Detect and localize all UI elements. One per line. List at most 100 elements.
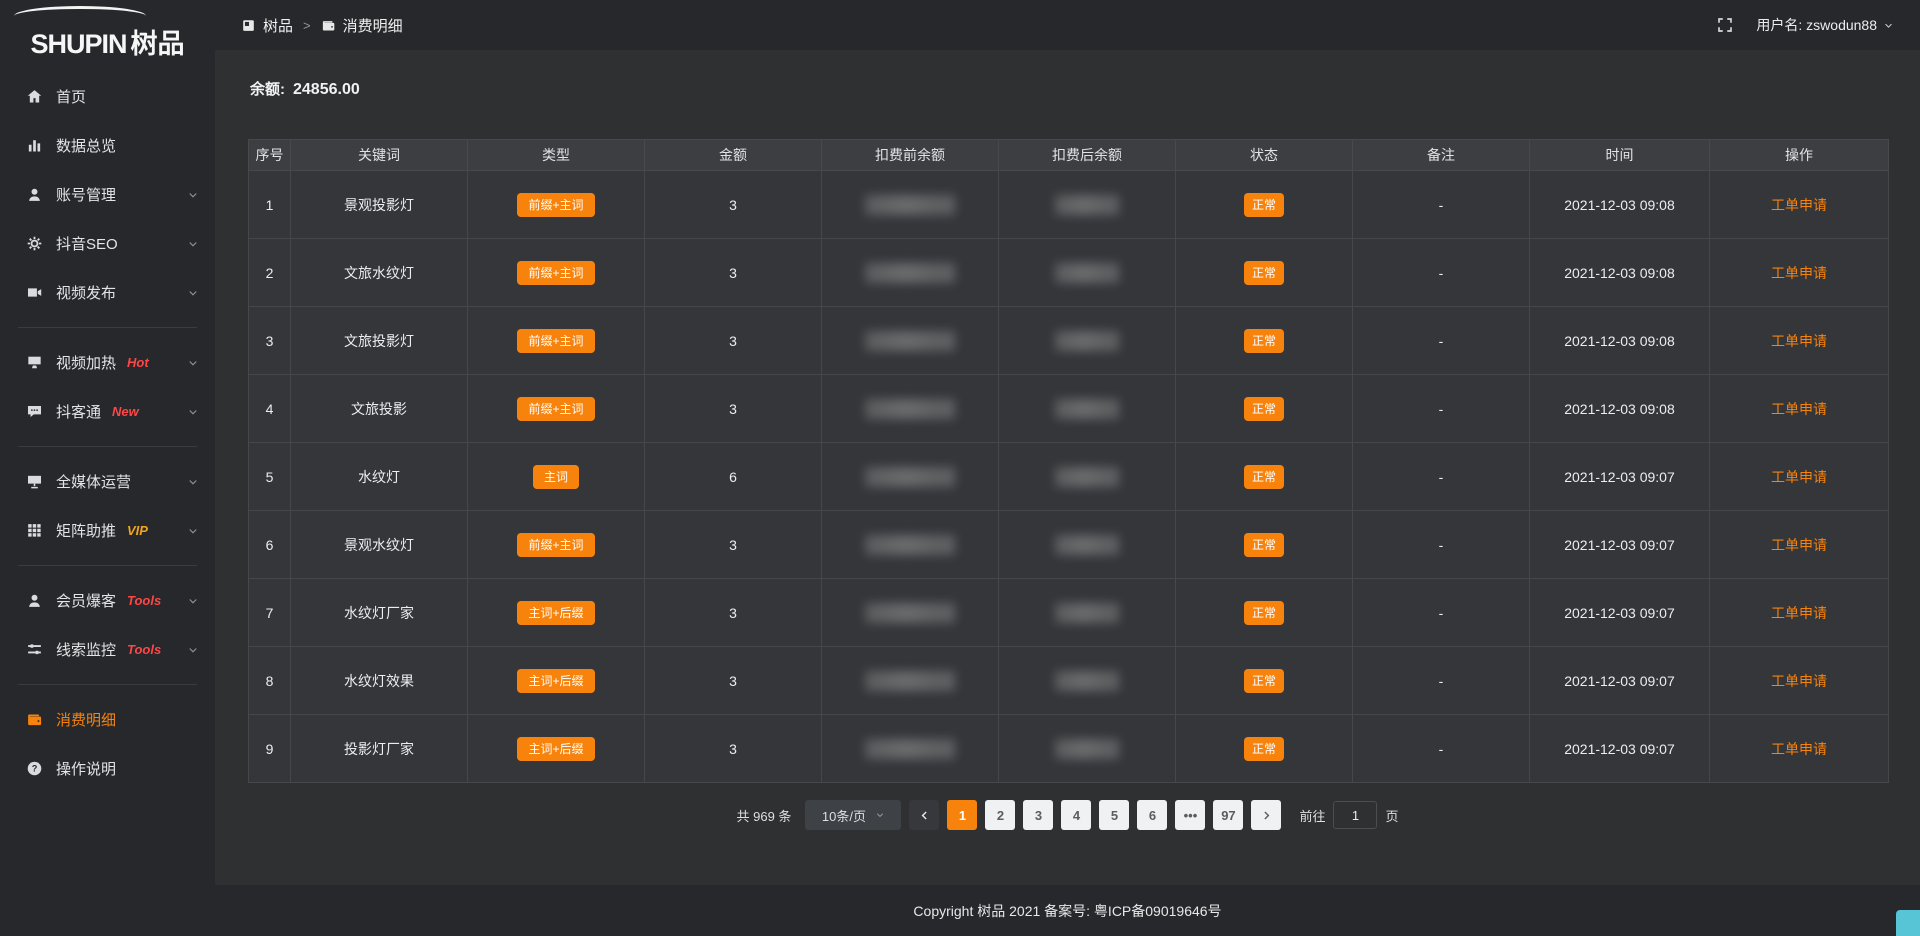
next-page-button[interactable] [1251,800,1281,830]
page-size-value: 10条/页 [822,806,866,825]
chat-icon [26,403,43,420]
masked-balance-after [1055,467,1119,487]
logo-text: SHUPIN树品 [30,31,184,58]
sidebar-divider [18,327,197,328]
cell-status: 正常 [1176,375,1353,443]
masked-balance-before [865,263,955,283]
masked-balance-before [865,739,955,759]
jump-label: 前往 [1299,806,1325,825]
col-header-balance-after: 扣费后余额 [999,140,1176,171]
table-row: 5水纹灯主词6正常-2021-12-03 09:07工单申请 [249,443,1889,511]
page-jump: 前往页 [1299,801,1398,829]
page-button-1[interactable]: 1 [947,800,977,830]
breadcrumb-item-shupin[interactable]: 树品 [241,15,293,36]
cell-status: 正常 [1176,579,1353,647]
status-badge: 正常 [1244,533,1284,557]
cell-amount: 3 [645,647,822,715]
sidebar-item-douketong[interactable]: 抖客通New [0,387,215,436]
sidebar-item-douyin-seo[interactable]: 抖音SEO [0,219,215,268]
breadcrumb-label: 消费明细 [343,15,403,36]
sidebar-item-label: 抖客通 [56,401,101,422]
logo-arc [14,6,146,26]
work-order-link[interactable]: 工单申请 [1771,469,1827,485]
status-badge: 正常 [1244,601,1284,625]
floating-widget[interactable] [1896,910,1920,936]
work-order-link[interactable]: 工单申请 [1771,265,1827,281]
breadcrumb-separator: > [303,18,311,33]
chevron-left-icon [918,809,931,822]
jump-page-input[interactable] [1333,801,1377,829]
cell-keyword: 水纹灯厂家 [291,579,468,647]
cell-remark: - [1353,647,1530,715]
sidebar-item-media-operation[interactable]: 全媒体运营 [0,457,215,506]
status-badge: 正常 [1244,193,1284,217]
sidebar-item-operation-guide[interactable]: ?操作说明 [0,744,215,793]
work-order-link[interactable]: 工单申请 [1771,401,1827,417]
cell-balance-before [822,307,999,375]
breadcrumb-item-consume-detail[interactable]: 消费明细 [321,15,403,36]
cell-amount: 3 [645,307,822,375]
masked-balance-before [865,467,955,487]
cell-type: 前缀+主词 [468,239,645,307]
work-order-link[interactable]: 工单申请 [1771,673,1827,689]
sidebar-item-account[interactable]: 账号管理 [0,170,215,219]
cell-keyword: 文旅水纹灯 [291,239,468,307]
page-button-4[interactable]: 4 [1061,800,1091,830]
topbar: 树品 > 消费明细 用户名: zswodun88 [215,0,1920,50]
sidebar-item-label: 视频发布 [56,282,116,303]
sidebar-item-member-burst[interactable]: 会员爆客 Tools [0,576,215,625]
logo-text-en: SHUPIN [30,29,126,59]
cell-keyword: 文旅投影 [291,375,468,443]
sidebar-divider [18,446,197,447]
chevron-down-icon [187,287,199,299]
type-badge: 主词 [533,465,579,489]
prev-page-button[interactable] [909,800,939,830]
chevron-down-icon [187,406,199,418]
cell-time: 2021-12-03 09:07 [1530,511,1710,579]
sidebar-item-home[interactable]: 首页 [0,72,215,121]
sidebar-item-video-publish[interactable]: 视频发布 [0,268,215,317]
more-pages-button[interactable]: ••• [1175,800,1205,830]
page-button-97[interactable]: 97 [1213,800,1243,830]
cell-index: 9 [249,715,291,783]
sidebar-item-video-heat[interactable]: 视频加热Hot [0,338,215,387]
cell-index: 3 [249,307,291,375]
sidebar-item-data-overview[interactable]: 数据总览 [0,121,215,170]
type-badge: 主词+后缀 [517,601,594,625]
sidebar-item-tag: Hot [127,355,149,370]
page-button-2[interactable]: 2 [985,800,1015,830]
sidebar-item-label: 消费明细 [56,709,116,730]
chevron-down-icon [187,525,199,537]
sidebar-divider [18,565,197,566]
table-row: 4文旅投影前缀+主词3正常-2021-12-03 09:08工单申请 [249,375,1889,443]
sliders-icon [26,641,43,658]
work-order-link[interactable]: 工单申请 [1771,605,1827,621]
table-row: 3文旅投影灯前缀+主词3正常-2021-12-03 09:08工单申请 [249,307,1889,375]
sidebar-item-tag: Tools [127,593,161,608]
work-order-link[interactable]: 工单申请 [1771,197,1827,213]
masked-balance-before [865,331,955,351]
work-order-link[interactable]: 工单申请 [1771,333,1827,349]
chevron-down-icon [187,357,199,369]
work-order-link[interactable]: 工单申请 [1771,537,1827,553]
table-row: 2文旅水纹灯前缀+主词3正常-2021-12-03 09:08工单申请 [249,239,1889,307]
page-size-select[interactable]: 10条/页 [805,800,901,830]
work-order-link[interactable]: 工单申请 [1771,741,1827,757]
sidebar-item-matrix-boost[interactable]: 矩阵助推VIP [0,506,215,555]
user-menu[interactable]: 用户名: zswodun88 [1756,15,1894,35]
cell-type: 前缀+主词 [468,307,645,375]
cell-action: 工单申请 [1710,171,1889,239]
app-logo: SHUPIN树品 [0,0,215,64]
cell-index: 4 [249,375,291,443]
sidebar-item-label: 会员爆客 [56,590,116,611]
page-button-3[interactable]: 3 [1023,800,1053,830]
sidebar-item-consume-detail[interactable]: 消费明细 [0,695,215,744]
content: 余额:24856.00 序号关键词类型金额扣费前余额扣费后余额状态备注时间操作 … [215,50,1920,885]
fullscreen-icon[interactable] [1716,16,1734,34]
cell-balance-before [822,171,999,239]
sidebar-item-label: 抖音SEO [56,233,118,254]
col-header-amount: 金额 [645,140,822,171]
page-button-5[interactable]: 5 [1099,800,1129,830]
page-button-6[interactable]: 6 [1137,800,1167,830]
sidebar-item-lead-monitor[interactable]: 线索监控Tools [0,625,215,674]
